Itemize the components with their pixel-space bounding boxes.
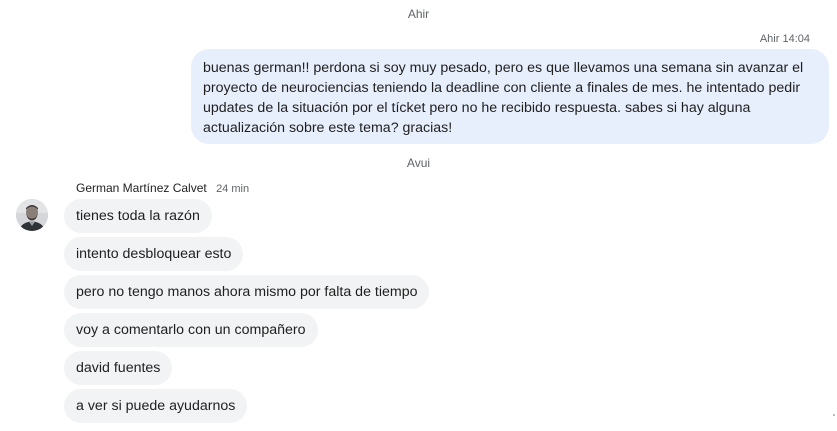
person-photo-icon — [16, 199, 48, 231]
outgoing-message-bubble[interactable]: buenas german!! perdona si soy muy pesad… — [191, 49, 829, 144]
incoming-header: German Martínez Calvet 24 min — [76, 181, 249, 195]
sender-avatar[interactable] — [16, 199, 48, 231]
incoming-message-bubble[interactable]: voy a comentarlo con un compañero — [64, 313, 318, 347]
sender-name: German Martínez Calvet — [76, 181, 207, 195]
incoming-timestamp: 24 min — [216, 183, 250, 195]
scrollbar-indicator[interactable] — [833, 414, 835, 416]
incoming-message-bubble[interactable]: pero no tengo manos ahora mismo por falt… — [64, 275, 430, 309]
outgoing-timestamp: Ahir 14:04 — [759, 33, 810, 45]
date-separator-yesterday: Ahir — [407, 7, 430, 21]
date-separator-today: Avui — [406, 156, 431, 170]
incoming-message-bubble[interactable]: intento desbloquear esto — [64, 237, 244, 271]
chat-thread: Ahir Ahir 14:04 buenas german!! perdona … — [0, 0, 837, 431]
incoming-message-bubble[interactable]: tienes toda la razón — [64, 199, 212, 233]
incoming-message-bubble[interactable]: a ver si puede ayudarnos — [64, 389, 248, 423]
incoming-message-bubble[interactable]: david fuentes — [64, 351, 173, 385]
